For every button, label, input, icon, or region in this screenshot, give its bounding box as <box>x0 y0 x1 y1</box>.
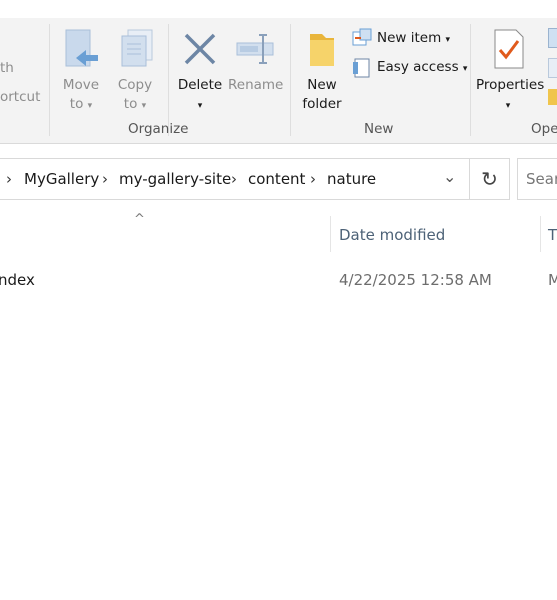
new-folder-button[interactable]: New folder <box>298 24 346 124</box>
delete-icon <box>184 33 216 65</box>
title-strip <box>0 0 557 18</box>
chevron-right-icon[interactable]: › <box>231 170 237 188</box>
column-divider[interactable] <box>330 216 331 252</box>
new-folder-line2: folder <box>302 96 342 112</box>
sort-ascending-icon: ^ <box>134 212 145 227</box>
chevron-right-icon: › <box>6 170 12 188</box>
move-to-line1: Move <box>62 77 100 93</box>
properties-icon <box>494 29 524 69</box>
refresh-button[interactable]: ↻ <box>470 158 510 200</box>
rename-label: Rename <box>228 77 284 93</box>
folder-icon <box>310 34 334 66</box>
chevron-right-icon[interactable]: › <box>102 170 108 188</box>
chevron-down-icon: ▾ <box>141 101 147 111</box>
properties-label: Properties <box>476 77 545 93</box>
new-item-icon <box>352 28 372 46</box>
new-folder-line1: New <box>307 77 337 93</box>
rename-button[interactable]: Rename <box>228 24 284 124</box>
copy-path-label[interactable]: th <box>0 59 14 78</box>
chevron-down-icon: ▾ <box>462 64 468 74</box>
group-separator <box>49 24 50 136</box>
paste-shortcut-label[interactable]: ortcut <box>0 88 40 107</box>
new-item-button[interactable]: New item ▾ <box>352 27 464 51</box>
easy-access-label: Easy access ▾ <box>377 59 468 75</box>
group-separator <box>470 24 471 136</box>
history-dropdown-icon[interactable]: ⌄ <box>443 167 456 186</box>
file-row[interactable]: ndex 4/22/2025 12:58 AM M <box>0 262 557 298</box>
address-bar[interactable]: › MyGallery › my-gallery-site › content … <box>0 158 470 200</box>
file-date-modified: 4/22/2025 12:58 AM <box>339 271 492 289</box>
copy-to-line2: to ▾ <box>123 96 147 112</box>
easy-access-icon <box>353 58 370 78</box>
move-to-button[interactable]: Move to ▾ <box>56 24 106 124</box>
chevron-down-icon: ▾ <box>197 101 203 111</box>
open-group-label: Ope <box>531 121 557 137</box>
chevron-down-icon: ▾ <box>505 101 511 111</box>
history-icon[interactable] <box>548 89 557 105</box>
new-item-label: New item ▾ <box>377 30 451 46</box>
column-header-date-modified[interactable]: Date modified <box>339 226 445 244</box>
search-input[interactable] <box>518 159 557 199</box>
copy-to-icon <box>121 29 153 67</box>
group-separator <box>290 24 291 136</box>
breadcrumb-content[interactable]: content <box>248 170 305 188</box>
column-header-type[interactable]: T <box>548 226 557 244</box>
properties-button[interactable]: Properties ▾ <box>476 24 545 124</box>
breadcrumb-nature[interactable]: nature <box>327 170 376 188</box>
delete-button[interactable]: Delete ▾ <box>176 24 224 124</box>
search-box[interactable] <box>517 158 557 200</box>
group-separator <box>168 24 169 136</box>
move-to-icon <box>65 29 98 67</box>
open-icon[interactable] <box>548 28 557 48</box>
copy-to-line1: Copy <box>117 77 153 93</box>
file-name[interactable]: ndex <box>0 271 35 289</box>
new-group-label: New <box>364 121 394 137</box>
refresh-icon: ↻ <box>481 167 498 191</box>
chevron-down-icon: ▾ <box>445 35 451 45</box>
breadcrumb-mygallery[interactable]: MyGallery <box>24 170 99 188</box>
ribbon: th ortcut Move to ▾ Copy to ▾ Delete ▾ R… <box>0 18 557 144</box>
organize-group-label: Organize <box>128 121 189 137</box>
column-divider[interactable] <box>540 216 541 252</box>
edit-icon[interactable] <box>548 58 557 78</box>
chevron-down-icon: ▾ <box>87 101 93 111</box>
delete-label: Delete <box>177 77 223 93</box>
copy-to-button[interactable]: Copy to ▾ <box>110 24 160 124</box>
easy-access-button[interactable]: Easy access ▾ <box>352 56 468 80</box>
breadcrumb-my-gallery-site[interactable]: my-gallery-site <box>119 170 231 188</box>
file-type: M <box>548 271 557 289</box>
rename-icon <box>236 34 274 64</box>
move-to-line2: to ▾ <box>69 96 93 112</box>
chevron-right-icon[interactable]: › <box>310 170 316 188</box>
